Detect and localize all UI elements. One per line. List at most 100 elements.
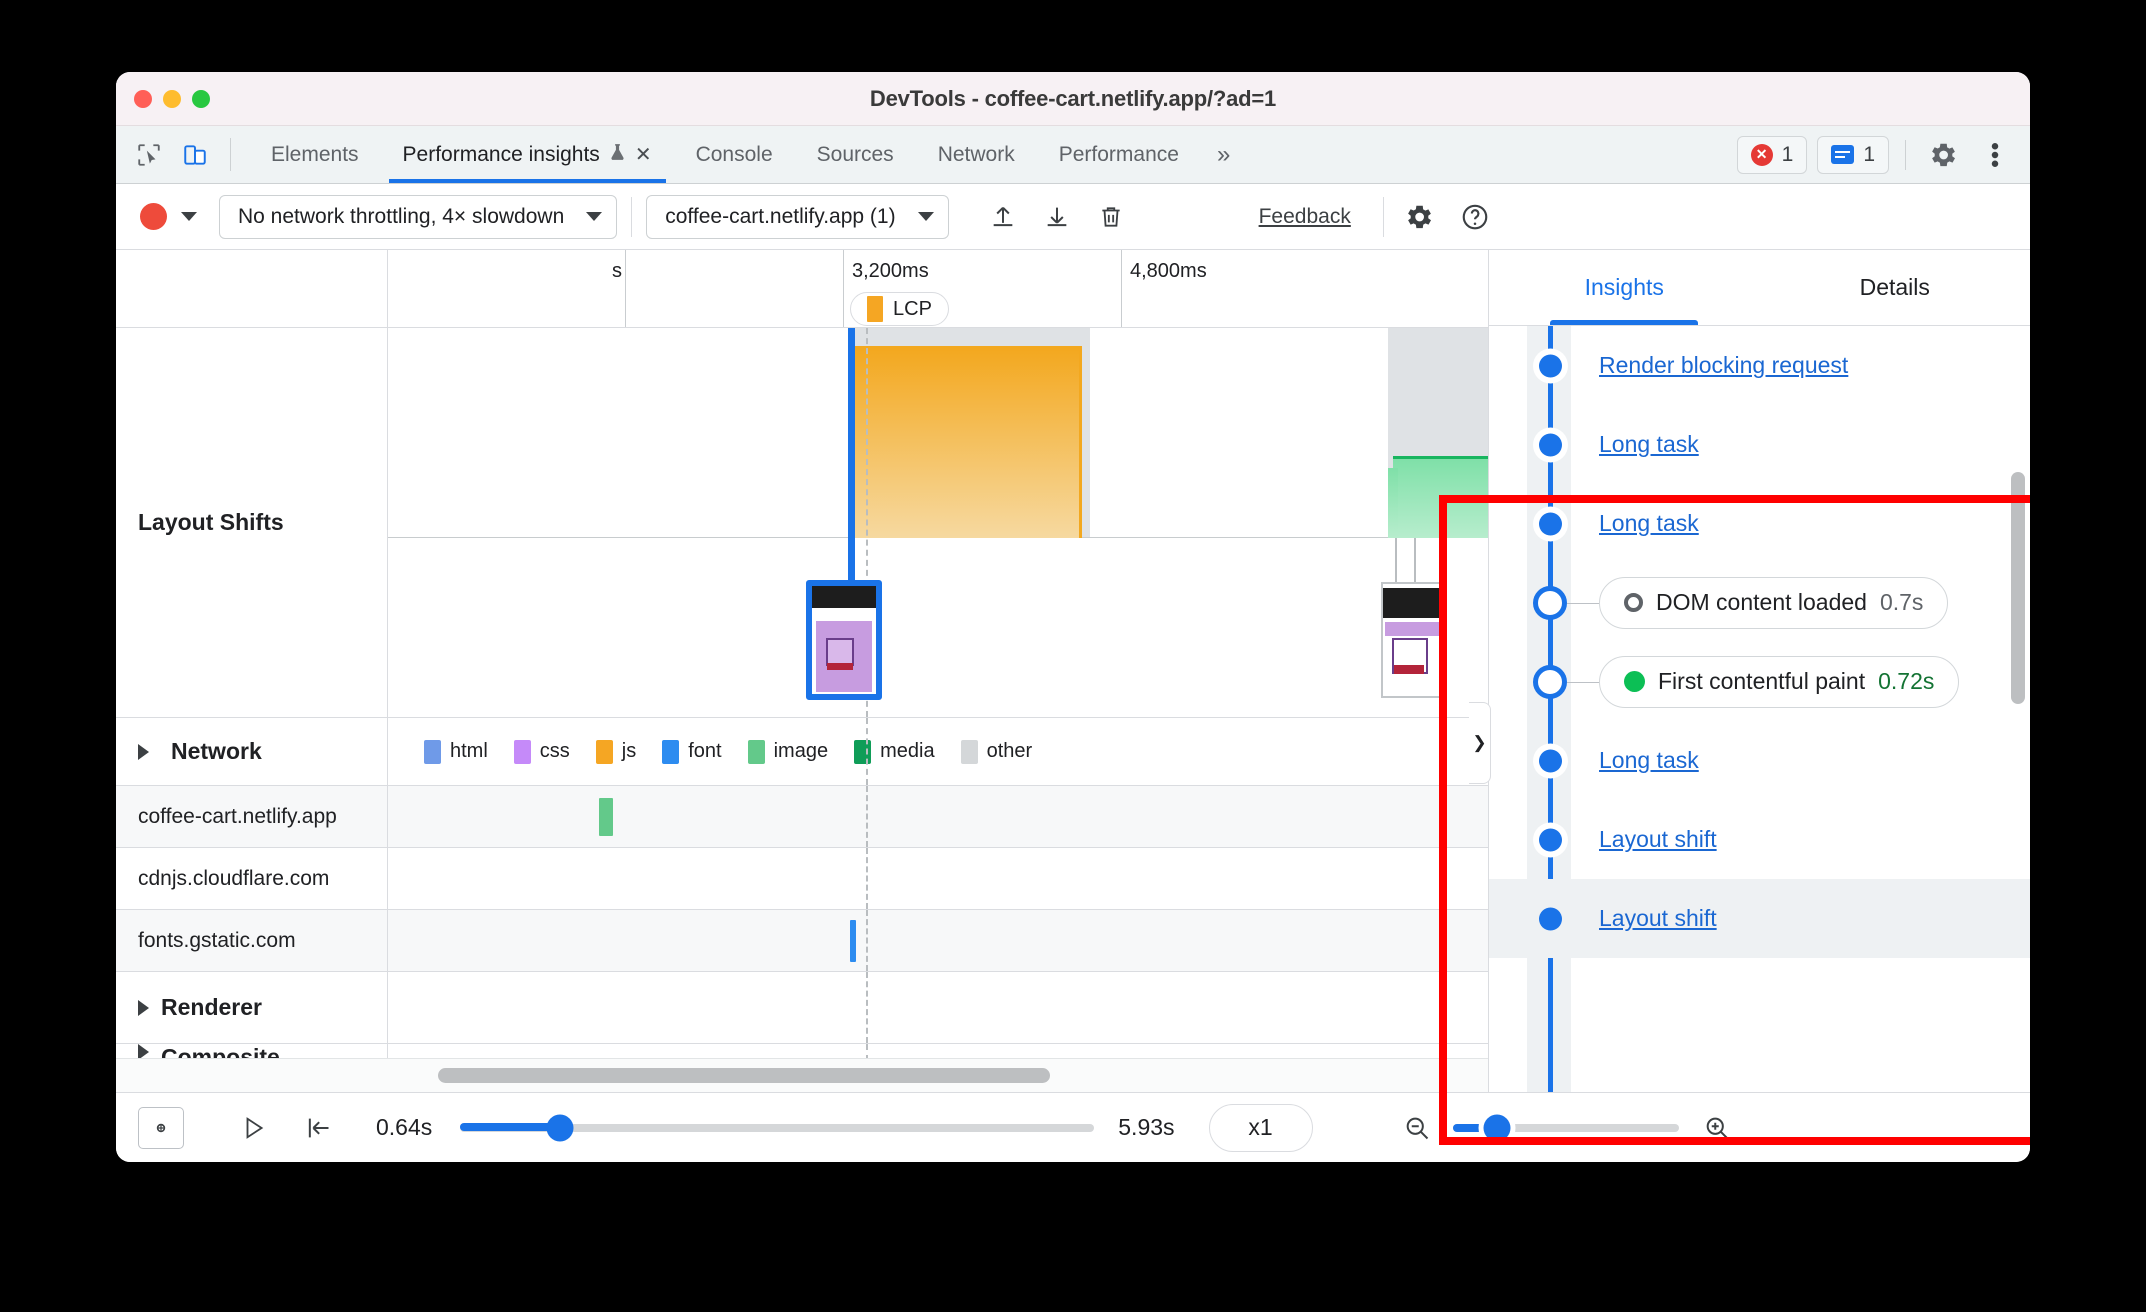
help-circle-icon[interactable] [1454, 196, 1496, 238]
network-request-row[interactable]: cdnjs.cloudflare.com [116, 848, 1488, 910]
sidebar-tab-label: Insights [1584, 274, 1664, 300]
thumbnail-promo-bar [1394, 664, 1424, 674]
message-icon [1831, 145, 1855, 164]
network-section-header[interactable]: Network html css js font image media oth… [116, 718, 1488, 786]
filmstrip-icon[interactable] [138, 1106, 184, 1149]
more-tabs-icon[interactable]: » [1201, 126, 1246, 183]
insight-link-long-task[interactable]: Long task [1599, 510, 1699, 537]
composite-section-header[interactable]: Composite [116, 1044, 1488, 1058]
timeline-node-ring [1533, 585, 1567, 620]
play-triangle-icon[interactable] [228, 1102, 280, 1154]
timeline-horizontal-scrollbar[interactable] [116, 1058, 1488, 1092]
playback-speed-button[interactable]: x1 [1208, 1103, 1313, 1152]
time-range-slider[interactable] [460, 1114, 1095, 1141]
trash-icon[interactable] [1087, 193, 1135, 241]
zoom-out-icon[interactable] [1391, 1102, 1443, 1154]
legend-label: html [450, 740, 488, 762]
tab-performance[interactable]: Performance [1037, 126, 1201, 183]
sidebar-collapse-chevron-right-icon[interactable]: ❯ [1469, 702, 1491, 784]
device-toolbar-icon[interactable] [172, 126, 218, 183]
thumbnail-leader-line [1395, 538, 1397, 584]
tab-performance-insights[interactable]: Performance insights ✕ [381, 126, 674, 183]
renderer-track [388, 972, 1488, 1043]
layout-shifts-track[interactable] [388, 328, 1488, 717]
zoom-slider-knob[interactable] [1483, 1114, 1511, 1141]
zoom-in-icon[interactable] [1691, 1102, 1743, 1154]
chevron-right-icon[interactable] [138, 999, 149, 1016]
filmstrip-thumbnail-selected[interactable] [806, 580, 882, 700]
tab-sources[interactable]: Sources [795, 126, 916, 183]
gear-icon[interactable] [1922, 134, 1964, 176]
minimize-window-button[interactable] [163, 89, 181, 108]
record-dropdown-caret-icon[interactable] [181, 212, 197, 221]
throttling-select[interactable]: No network throttling, 4× slowdown [219, 194, 618, 239]
error-count: 1 [1781, 142, 1794, 166]
insight-link-layout-shift[interactable]: Layout shift [1599, 826, 1717, 853]
request-bar[interactable] [850, 920, 856, 962]
network-request-row[interactable]: coffee-cart.netlify.app [116, 786, 1488, 848]
legend-swatch [662, 739, 680, 764]
kebab-menu-icon[interactable] [1974, 134, 2016, 176]
page-select[interactable]: coffee-cart.netlify.app (1) [646, 194, 949, 239]
network-request-row[interactable]: fonts.gstatic.com [116, 910, 1488, 972]
insight-link-render-blocking-request[interactable]: Render blocking request [1599, 352, 1848, 379]
insights-list[interactable]: Render blocking request Long task Long t… [1489, 326, 2030, 1092]
filmstrip-thumbnail[interactable] [1381, 582, 1447, 698]
slider-knob[interactable] [546, 1114, 574, 1141]
close-tab-icon[interactable]: ✕ [635, 145, 652, 165]
insight-link-long-task[interactable]: Long task [1599, 747, 1699, 774]
marker-chip-dom-content-loaded[interactable]: DOM content loaded 0.7s [1599, 576, 1949, 629]
tab-console[interactable]: Console [674, 126, 795, 183]
insight-link-long-task[interactable]: Long task [1599, 431, 1699, 458]
message-count-badge[interactable]: 1 [1817, 135, 1889, 174]
record-circle-icon[interactable] [140, 203, 167, 230]
legend-label: js [621, 740, 637, 762]
tab-details[interactable]: Details [1760, 250, 2031, 325]
lcp-marker-chip[interactable]: LCP [850, 292, 949, 326]
tab-elements[interactable]: Elements [249, 126, 381, 183]
error-count-badge[interactable]: ✕ 1 [1736, 135, 1808, 174]
legend-item-font: font [662, 739, 722, 764]
inspect-cursor-icon[interactable] [126, 126, 172, 183]
tab-network[interactable]: Network [916, 126, 1037, 183]
insight-row[interactable]: First contentful paint 0.72s [1489, 642, 2030, 721]
sidebar-vertical-scrollbar[interactable] [2011, 472, 2025, 704]
window-traffic-lights [134, 89, 210, 108]
chip-value: 0.7s [1879, 589, 1924, 615]
insight-row[interactable]: Layout shift [1489, 800, 2030, 879]
jump-to-start-icon[interactable] [292, 1102, 344, 1154]
insight-row[interactable]: Long task [1489, 484, 2030, 563]
insight-link-layout-shift[interactable]: Layout shift [1599, 905, 1717, 932]
zoom-slider[interactable] [1452, 1114, 1679, 1141]
insight-row[interactable]: DOM content loaded 0.7s [1489, 563, 2030, 642]
chevron-right-icon[interactable] [138, 743, 149, 760]
insight-row-highlighted[interactable]: Layout shift [1489, 879, 2030, 958]
legend-item-other: other [960, 739, 1032, 764]
renderer-section-header[interactable]: Renderer [116, 972, 1488, 1044]
maximize-window-button[interactable] [192, 89, 210, 108]
feedback-link[interactable]: Feedback [1259, 205, 1351, 229]
network-legend-track: html css js font image media other [388, 718, 1488, 785]
timeline-scroll-area[interactable]: s 3,200ms 4,800ms LCP Layout Shifts Netw… [116, 250, 1488, 1058]
node-connector-line [1567, 602, 1599, 604]
chevron-right-icon[interactable] [138, 1044, 149, 1058]
request-domain: cdnjs.cloudflare.com [116, 848, 388, 909]
insight-row[interactable]: Render blocking request [1489, 326, 2030, 405]
thumbnail-navbar [1383, 588, 1445, 618]
close-window-button[interactable] [134, 89, 152, 108]
scrollbar-thumb[interactable] [438, 1068, 1050, 1083]
download-icon[interactable] [1033, 193, 1081, 241]
insight-row[interactable]: Long task [1489, 405, 2030, 484]
toolbar-divider [631, 196, 633, 237]
layout-shifts-label: Layout Shifts [116, 328, 388, 717]
legend-label: image [773, 740, 829, 762]
marker-chip-first-contentful-paint[interactable]: First contentful paint 0.72s [1599, 655, 1960, 708]
capture-settings-gear-icon[interactable] [1398, 196, 1440, 238]
insight-row[interactable]: Long task [1489, 721, 2030, 800]
request-bar[interactable] [599, 798, 613, 836]
playhead-dashed-line [866, 910, 868, 971]
paint-band [1393, 456, 1488, 538]
upload-icon[interactable] [979, 193, 1027, 241]
thumbnail-leader-line [1414, 538, 1416, 584]
tab-insights[interactable]: Insights [1489, 250, 1760, 325]
